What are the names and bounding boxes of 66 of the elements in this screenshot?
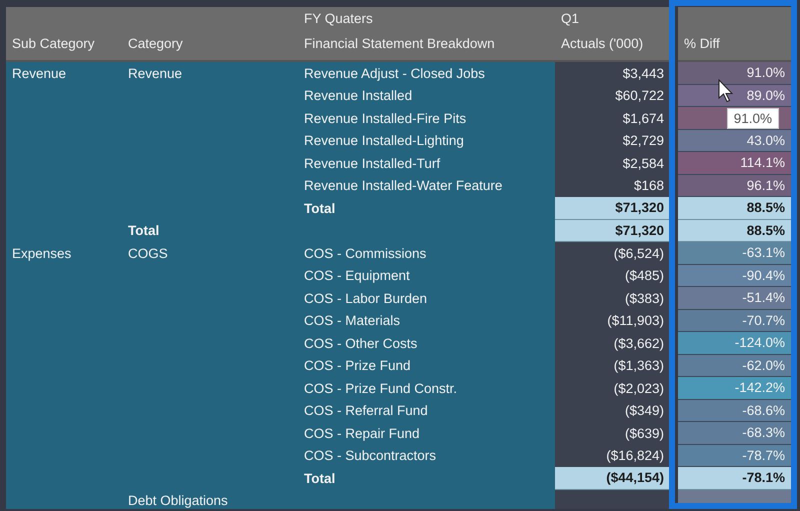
table-cell-text: COS - Referral Fund xyxy=(303,402,429,420)
table-cell-text: COS - Subcontractors xyxy=(303,447,438,466)
table-cell-text: Revenue Installed-Water Feature xyxy=(303,177,504,196)
amount-cell: ($11,903) xyxy=(555,310,670,332)
percent-cell: 96.1% xyxy=(678,174,791,197)
table-cell-text: Expenses xyxy=(11,244,72,263)
amount-cell: ($16,824) xyxy=(555,444,670,467)
amount-cell: $168 xyxy=(555,174,670,197)
amount-cell: ($6,524) xyxy=(555,242,670,264)
table-cell-text: COS - Materials xyxy=(303,312,402,330)
table-cell-text: COS - Repair Fund xyxy=(303,424,421,443)
percent-cell: -124.0% xyxy=(678,332,791,354)
table-cell-text: COS - Other Costs xyxy=(303,334,418,353)
amount-cell: ($639) xyxy=(555,422,670,444)
percent-cell: 43.0% xyxy=(678,130,791,152)
table-cell-text: Total xyxy=(303,200,336,218)
table-cell-text: Revenue Installed-Turf xyxy=(303,154,442,173)
percent-cell: -63.1% xyxy=(678,242,791,264)
table-cell-text: Revenue xyxy=(127,64,184,83)
table-cell-text: COS - Prize Fund Constr. xyxy=(303,380,458,398)
amount-cell: $2,729 xyxy=(555,130,670,152)
amount-cell: ($3,662) xyxy=(555,332,670,354)
column-header: FY Quaters Financial Statement Breakdown xyxy=(298,7,555,62)
amount-cell: ($383) xyxy=(555,287,670,310)
total-percent-cell: 88.5% xyxy=(678,197,791,220)
percent-cell: -70.7% xyxy=(678,310,791,332)
total-amount-cell: ($44,154) xyxy=(555,467,670,490)
percent-cell: -51.4% xyxy=(678,287,791,310)
table-cell-text: Debt Obligations xyxy=(127,492,229,509)
table-cell-text: COGS xyxy=(127,244,169,263)
total-amount-cell: $71,320 xyxy=(555,220,670,242)
column-header: Q1 Actuals ('000) xyxy=(555,7,670,62)
table-cell-text: Revenue xyxy=(11,64,68,83)
percent-cell: 91.0% xyxy=(678,62,791,84)
percent-cell: -62.0% xyxy=(678,354,791,377)
amount-cell: ($349) xyxy=(555,400,670,422)
percent-cell: -142.2% xyxy=(678,377,791,400)
column-header: % Diff xyxy=(678,7,791,62)
amount-cell: $1,674 xyxy=(555,107,670,130)
table-cell-text: Total xyxy=(303,470,336,488)
value-tooltip: 91.0% xyxy=(726,108,779,129)
table-cell-text: Revenue Installed-Fire Pits xyxy=(303,110,468,128)
percent-cell: -68.3% xyxy=(678,422,791,444)
column-header: Sub Category xyxy=(6,7,122,62)
table-cell-text: Revenue Adjust - Closed Jobs xyxy=(303,64,486,83)
table-cell-text: Revenue Installed xyxy=(303,87,414,106)
amount-cell: $2,584 xyxy=(555,152,670,174)
percent-cell: -90.4% xyxy=(678,264,791,287)
amount-cell: ($1,363) xyxy=(555,354,670,377)
amount-cell: $60,722 xyxy=(555,84,670,107)
table-cell-text: COS - Equipment xyxy=(303,267,411,286)
column-header: Category xyxy=(122,7,298,62)
amount-cell: ($2,023) xyxy=(555,377,670,400)
percent-cell: -68.6% xyxy=(678,400,791,422)
table-cell-text: COS - Commissions xyxy=(303,244,428,263)
percent-cell: 114.1% xyxy=(678,152,791,174)
amount-cell: $3,443 xyxy=(555,62,670,84)
table-cell-text: Total xyxy=(127,222,160,240)
amount-cell: ($485) xyxy=(555,264,670,287)
total-amount-cell: $71,320 xyxy=(555,197,670,220)
table-cell-text: Revenue Installed-Lighting xyxy=(303,132,465,150)
table-cell-text: COS - Prize Fund xyxy=(303,357,412,376)
total-percent-cell: -78.1% xyxy=(678,467,791,490)
table-cell-text: COS - Labor Burden xyxy=(303,290,428,308)
total-percent-cell: 88.5% xyxy=(678,220,791,242)
percent-cell: -78.7% xyxy=(678,444,791,467)
